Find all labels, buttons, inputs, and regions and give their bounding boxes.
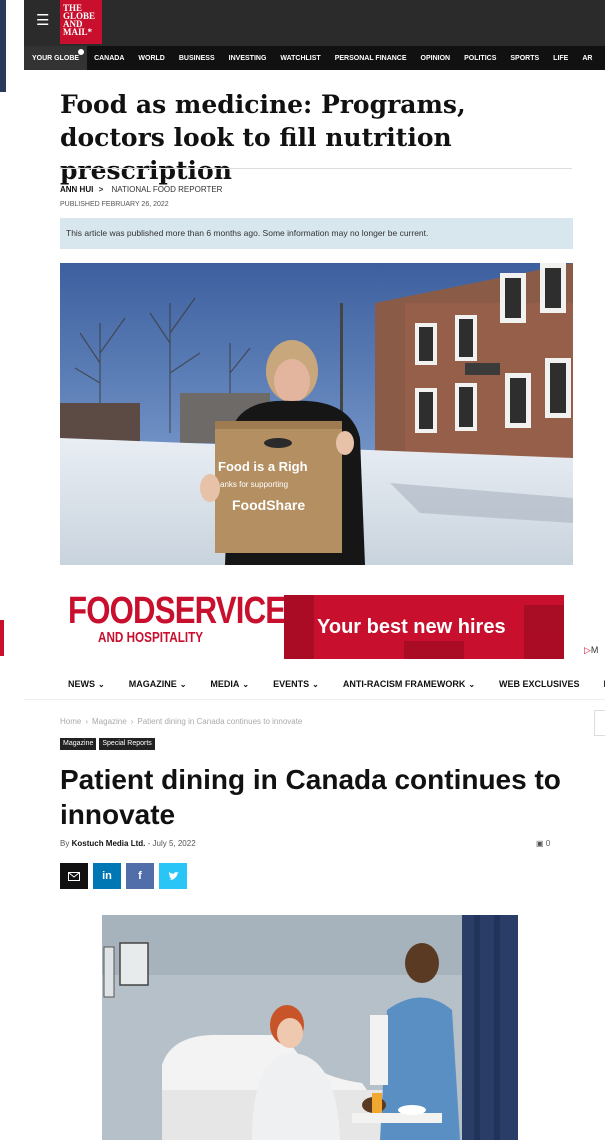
left-edge-sliver (0, 0, 6, 92)
tag-special-reports[interactable]: Special Reports (99, 738, 155, 750)
twitter-bird-icon (167, 871, 179, 880)
twitter-share-button[interactable] (159, 863, 187, 889)
nav-label: ANTI-RACISM FRAMEWORK (342, 678, 466, 689)
ad-choices-mark[interactable]: ▷M (584, 645, 598, 656)
logo-line: FOODSERVICE (68, 590, 286, 632)
your-globe-button[interactable]: YOUR GLOBE (24, 46, 88, 70)
comment-count: 0 (545, 839, 551, 848)
author-role: NATIONAL FOOD REPORTER (111, 185, 223, 194)
nav-item-life[interactable]: LIFE (546, 55, 575, 62)
nav-item-world[interactable]: WORLD (131, 55, 171, 62)
breadcrumb: Home › Magazine › Patient dining in Canada c… (60, 717, 302, 726)
nav-label: MAGAZINE (128, 678, 177, 689)
article-hero-photo: Food is a Righ anks for supporting FoodS… (60, 263, 573, 565)
nav-item-personal-finance[interactable]: PERSONAL FINANCE (328, 55, 414, 62)
linkedin-icon: in (102, 870, 112, 882)
sidebar-edge-box (594, 710, 605, 736)
globe-headline: Food as medicine: Programs, doctors look… (60, 90, 466, 185)
author-link[interactable]: ANN HUI (60, 185, 93, 194)
breadcrumb-separator: › (130, 717, 134, 726)
author-link[interactable]: Kostuch Media Ltd. (72, 839, 146, 848)
nav-item-opinion[interactable]: OPINION (414, 55, 458, 62)
logo-line: AND HOSPITALITY (98, 629, 204, 646)
nav-item-magazine[interactable]: MAGAZINE ⌄ (129, 679, 187, 689)
hospital-photo-illustration (102, 915, 518, 1140)
chevron-down-icon: ⌄ (98, 679, 105, 689)
facebook-share-button[interactable]: f (126, 863, 154, 889)
breadcrumb-separator: › (85, 717, 89, 726)
nav-item-arts[interactable]: AR (575, 55, 599, 62)
foodservice-main-nav: NEWS ⌄ MAGAZINE ⌄ MEDIA ⌄ EVENTS ⌄ ANTI-RACI… (24, 668, 605, 700)
your-globe-label: YOUR GLOBE (32, 54, 80, 62)
chevron-down-icon: ⌄ (242, 679, 250, 689)
globe-byline: ANN HUI > NATIONAL FOOD REPORTER (60, 185, 222, 194)
breadcrumb-magazine[interactable]: Magazine (92, 717, 127, 726)
share-buttons: in f (60, 863, 187, 889)
publish-date: PUBLISHED FEBRUARY 26, 2022 (60, 201, 169, 208)
nav-item-politics[interactable]: POLITICS (457, 55, 503, 62)
nav-item-investing[interactable]: INVESTING (222, 55, 274, 62)
chevron-down-icon: ⌄ (179, 679, 187, 689)
nav-item-media[interactable]: MEDIA ⌄ (210, 679, 249, 689)
article-hero-photo (102, 915, 518, 1140)
category-tags: Magazine Special Reports (60, 738, 155, 750)
envelope-icon (68, 871, 80, 881)
article-date: July 5, 2022 (152, 839, 196, 848)
advertisement-banner[interactable]: Your best new hires (284, 595, 564, 659)
nav-label: NEWS (68, 678, 95, 689)
notification-dot-icon (78, 49, 85, 55)
chevron-down-icon: ⌄ (312, 679, 319, 689)
globe-logo-line: MAIL* (63, 27, 92, 37)
hamburger-menu-icon[interactable]: ☰ (36, 13, 50, 29)
nav-item-sports[interactable]: SPORTS (503, 55, 546, 62)
linkedin-share-button[interactable]: in (93, 863, 121, 889)
comment-bubble-icon: ▣ (536, 839, 544, 848)
article-meta: By Kostuch Media Ltd. - July 5, 2022 (60, 839, 196, 848)
divider (60, 168, 572, 169)
nav-item-web-exclusives[interactable]: WEB EXCLUSIVES (499, 679, 580, 689)
nav-label: WEB EXCLUSIVES (499, 678, 580, 689)
nav-label: MEDIA (210, 678, 240, 689)
globe-article-screenshot: ☰ THE GLOBE AND MAIL* YOUR GLOBE CANADA … (24, 0, 605, 565)
chevron-down-icon: ⌄ (468, 679, 476, 689)
box-text-line: FoodShare (232, 497, 305, 513)
hero-photo-illustration: Food is a Righ anks for supporting FoodS… (60, 263, 573, 565)
author-chevron-icon: > (98, 185, 104, 194)
nav-item-canada[interactable]: CANADA (87, 55, 131, 62)
foodservice-headline: Patient dining in Canada continues to in… (60, 764, 561, 830)
by-prefix: By (60, 839, 70, 848)
foodservice-article-screenshot: FOODSERVICE AND HOSPITALITY Your best ne… (24, 582, 605, 1140)
tag-magazine[interactable]: Magazine (60, 738, 97, 750)
ad-headline: Your best new hires (317, 616, 506, 638)
nav-item-events[interactable]: EVENTS ⌄ (273, 679, 319, 689)
nav-item-news[interactable]: NEWS ⌄ (68, 679, 105, 689)
ad-mark-text: M (590, 645, 599, 655)
box-text-line: anks for supporting (220, 480, 288, 489)
globe-top-bar: ☰ THE GLOBE AND MAIL* (24, 0, 605, 46)
nav-item-business[interactable]: BUSINESS (172, 55, 222, 62)
globe-section-nav: YOUR GLOBE CANADA WORLD BUSINESS INVESTI… (24, 46, 605, 70)
breadcrumb-home[interactable]: Home (60, 717, 81, 726)
nav-item-watchlist[interactable]: WATCHLIST (273, 55, 327, 62)
foodservice-logo[interactable]: FOODSERVICE AND HOSPITALITY (68, 590, 286, 646)
nav-item-anti-racism-framework[interactable]: ANTI-RACISM FRAMEWORK ⌄ (343, 679, 475, 689)
date-separator: - (147, 839, 151, 848)
box-text-line: Food is a Righ (218, 459, 308, 474)
comments-link[interactable]: ▣ 0 (536, 839, 550, 848)
nav-label: EVENTS (273, 678, 310, 689)
globe-logo[interactable]: THE GLOBE AND MAIL* (60, 0, 102, 44)
breadcrumb-current: Patient dining in Canada continues to in… (137, 717, 303, 726)
email-share-button[interactable] (60, 863, 88, 889)
left-edge-red-sliver (0, 620, 4, 656)
age-notice-banner: This article was published more than 6 m… (60, 218, 573, 249)
facebook-icon: f (138, 870, 142, 882)
